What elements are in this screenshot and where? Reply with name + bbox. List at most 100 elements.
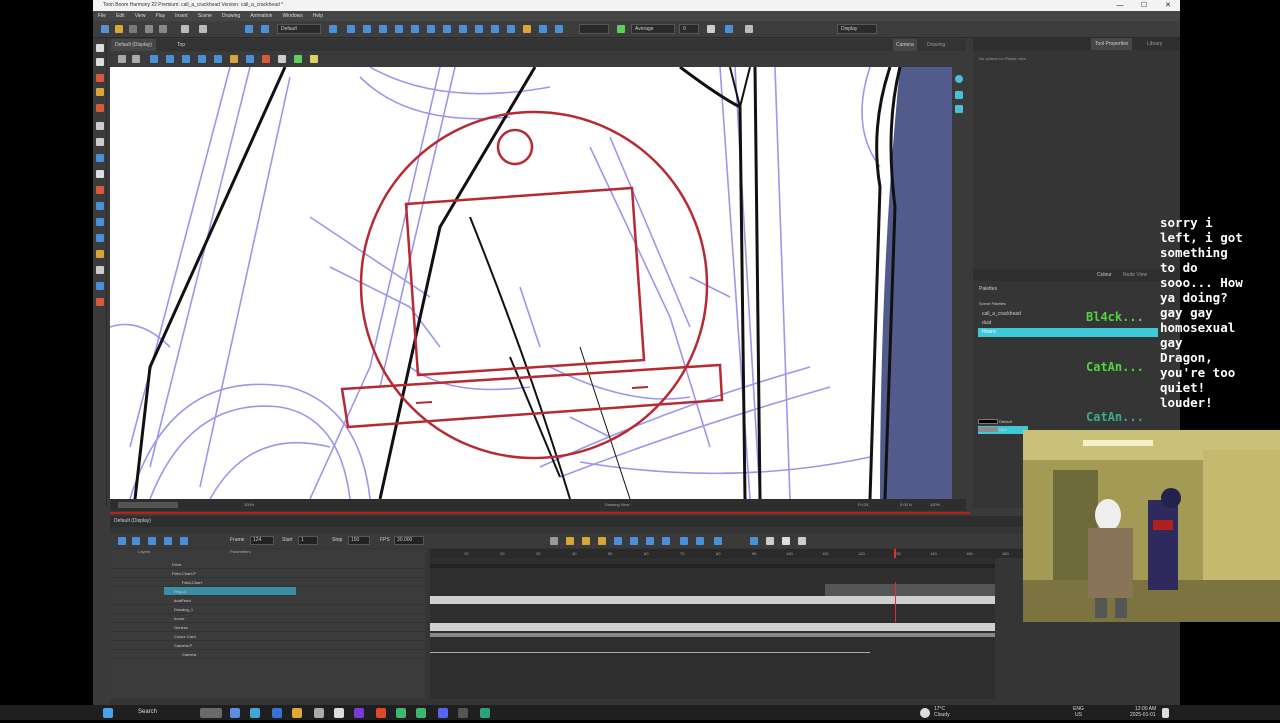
symbol-icon[interactable] <box>246 55 254 63</box>
copy-icon[interactable] <box>159 25 167 33</box>
grid-icon[interactable] <box>475 25 483 33</box>
tab-node-view[interactable]: Node View <box>1123 269 1147 281</box>
menu-file[interactable]: File <box>98 11 106 21</box>
scale-icon[interactable] <box>395 25 403 33</box>
layer-toggle-icon[interactable] <box>150 55 158 63</box>
stop-motion-icon[interactable] <box>598 537 606 545</box>
playhead-marker[interactable] <box>894 549 896 558</box>
preview-mode-icon[interactable] <box>214 55 222 63</box>
clone-icon[interactable] <box>630 537 638 545</box>
discord-icon[interactable] <box>438 708 448 718</box>
widgets-icon[interactable] <box>200 708 222 718</box>
new-icon[interactable] <box>101 25 109 33</box>
group-icon[interactable] <box>662 537 670 545</box>
select-tool-icon[interactable] <box>96 44 104 52</box>
menu-windows[interactable]: Windows <box>282 11 302 21</box>
store-icon[interactable] <box>272 708 282 718</box>
exposure-icon[interactable] <box>714 537 722 545</box>
tab-library[interactable]: Library <box>1143 38 1166 50</box>
redo-icon[interactable] <box>199 25 207 33</box>
start-icon[interactable] <box>103 708 113 718</box>
close-button[interactable]: ✕ <box>1156 0 1180 11</box>
light-icon[interactable] <box>182 55 190 63</box>
layer-row[interactable]: horror <box>110 614 425 623</box>
notepad-icon[interactable] <box>334 708 344 718</box>
toggle-icon[interactable] <box>782 537 790 545</box>
minimize-button[interactable]: — <box>1108 0 1132 11</box>
bulb-icon[interactable] <box>310 55 318 63</box>
terminal-icon[interactable] <box>480 708 490 718</box>
blank-dropdown[interactable] <box>579 24 609 34</box>
mark-icon[interactable] <box>750 537 758 545</box>
transform-tool-icon[interactable] <box>96 282 104 290</box>
palette-item-selected[interactable]: Hoero <box>978 328 1158 337</box>
align-icon[interactable] <box>443 25 451 33</box>
xbox-icon[interactable] <box>416 708 426 718</box>
display-dropdown[interactable]: Display <box>837 24 877 34</box>
tab-drawing[interactable]: Drawing <box>924 39 948 51</box>
duplicate-icon[interactable] <box>646 537 654 545</box>
menu-view[interactable]: View <box>135 11 146 21</box>
rotate-view-tool-icon[interactable] <box>96 234 104 242</box>
open-icon[interactable] <box>115 25 123 33</box>
maximize-button[interactable]: ☐ <box>1132 0 1156 11</box>
start-field[interactable]: 1 <box>298 536 318 545</box>
pencil-mode-icon[interactable] <box>262 55 270 63</box>
rectangle-tool-icon[interactable] <box>96 154 104 162</box>
loop-icon[interactable] <box>132 537 140 545</box>
eraser-tool-icon[interactable] <box>96 104 104 112</box>
menu-drawing[interactable]: Drawing <box>222 11 240 21</box>
settings-icon[interactable] <box>707 25 715 33</box>
rotate-icon[interactable] <box>379 25 387 33</box>
menu-icon[interactable] <box>798 537 806 545</box>
camera-view-icon[interactable] <box>955 91 963 99</box>
distribute-icon[interactable] <box>459 25 467 33</box>
tab-tool-properties[interactable]: Tool Properties <box>1091 38 1133 50</box>
cutter-tool-icon[interactable] <box>96 218 104 226</box>
add-drawing-icon[interactable] <box>614 537 622 545</box>
fps-field[interactable]: 30.000 <box>394 536 424 545</box>
scene-icon[interactable] <box>261 25 269 33</box>
search-box[interactable]: Search <box>138 705 157 720</box>
layer-row[interactable]: Drawing_1 <box>110 605 425 614</box>
highlight-icon[interactable] <box>523 25 531 33</box>
first-frame-icon[interactable] <box>164 537 172 545</box>
layer-row[interactable]: Field-Chart <box>110 578 425 587</box>
last-frame-icon[interactable] <box>180 537 188 545</box>
mask-icon[interactable] <box>198 55 206 63</box>
pencil-tool-icon[interactable] <box>96 88 104 96</box>
layer-row[interactable]: Drive <box>110 560 425 569</box>
compass-icon[interactable] <box>955 75 963 83</box>
region[interactable]: US <box>1075 708 1082 723</box>
folder-icon[interactable] <box>292 708 302 718</box>
colour-item[interactable]: Default <box>978 418 1028 426</box>
menu-scene[interactable]: Scene <box>198 11 212 21</box>
paint-tool-icon[interactable] <box>96 170 104 178</box>
ease-icon[interactable] <box>566 537 574 545</box>
app-icon[interactable] <box>396 708 406 718</box>
pointer-icon[interactable] <box>745 25 753 33</box>
obs-icon[interactable] <box>314 708 324 718</box>
tab-top[interactable]: Top <box>173 39 190 51</box>
brush-tool-icon[interactable] <box>96 74 104 82</box>
layer-row[interactable]: Onness <box>110 623 425 632</box>
onion-skin-icon[interactable] <box>166 55 174 63</box>
camera-icon[interactable] <box>696 537 704 545</box>
view-menu-icon[interactable] <box>118 55 126 63</box>
peg-icon[interactable] <box>680 537 688 545</box>
hand-tool-icon[interactable] <box>96 250 104 258</box>
stroke-tool-icon[interactable] <box>96 202 104 210</box>
menu-insert[interactable]: Insert <box>175 11 188 21</box>
line-mode-icon[interactable] <box>278 55 286 63</box>
layer-row[interactable]: Camera-P <box>110 641 425 650</box>
sync-icon[interactable] <box>725 25 733 33</box>
layer-icon[interactable] <box>245 25 253 33</box>
transform-icon[interactable] <box>363 25 371 33</box>
gear-icon[interactable] <box>132 55 140 63</box>
average-dropdown[interactable]: Average <box>631 24 675 34</box>
sound-icon[interactable] <box>148 537 156 545</box>
harmony-icon[interactable] <box>458 708 468 718</box>
zoom-tool-icon[interactable] <box>96 266 104 274</box>
menu-play[interactable]: Play <box>155 11 165 21</box>
motion-icon[interactable] <box>582 537 590 545</box>
